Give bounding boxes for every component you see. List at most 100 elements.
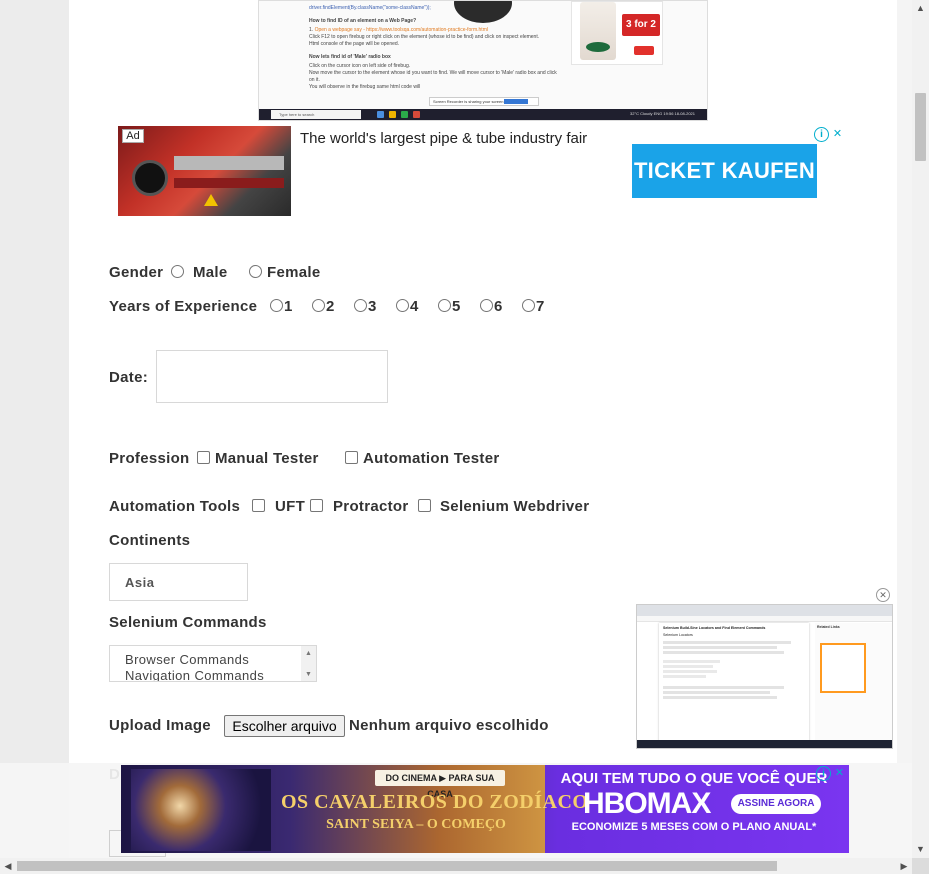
doc-line: Click F12 to open firebug or right click… — [309, 34, 540, 40]
close-icon[interactable]: ✕ — [830, 127, 845, 142]
experience-radio-3[interactable] — [354, 299, 367, 312]
doc-line: Now move the cursor to the element whose… — [309, 70, 557, 83]
adchoices[interactable]: i ✕ — [814, 127, 846, 142]
horizontal-scroll-thumb[interactable] — [17, 861, 777, 871]
doc-title: Selenium Build-Sine Locators and Find El… — [663, 626, 766, 630]
brand-logo — [634, 46, 654, 55]
ad-badge: Ad — [122, 129, 144, 143]
taskbar-app-icon — [413, 111, 420, 118]
doc-line: driver.findElement(By.className("some-cl… — [309, 5, 431, 11]
windows-taskbar: Type here to search 32°C Cloudy ENG 19:5… — [259, 109, 707, 120]
vertical-scrollbar[interactable]: ▲ ▼ — [912, 0, 929, 858]
date-input[interactable] — [156, 350, 388, 403]
experience-radio-6[interactable] — [480, 299, 493, 312]
page-gutter — [897, 0, 912, 874]
arrow-left-icon[interactable]: ◀ — [0, 858, 16, 874]
continents-label: Continents — [109, 532, 191, 549]
gender-female-radio[interactable] — [249, 265, 262, 278]
vertical-scroll-thumb[interactable] — [915, 93, 926, 161]
ad-headline[interactable]: The world's largest pipe & tube industry… — [300, 129, 600, 148]
browser-toolbar — [637, 605, 892, 616]
protractor-label: Protractor — [333, 498, 409, 515]
hbo-offer: ECONOMIZE 5 MESES COM O PLANO ANUAL* — [571, 821, 817, 833]
doc-line: Html console of the page will be opened. — [309, 41, 400, 47]
selenium-commands-label: Selenium Commands — [109, 614, 267, 631]
doc-line: 1. Open a webpage say - https://www.tool… — [309, 27, 488, 33]
choose-file-button[interactable]: Escolher arquivo — [224, 715, 345, 737]
doc-section: Selenium Locators — [663, 633, 693, 637]
listbox-option[interactable]: Browser Commands — [110, 652, 316, 668]
experience-option-label: 3 — [368, 298, 377, 315]
selenium-commands-listbox[interactable]: Browser Commands Navigation Commands ▲ ▼ — [109, 645, 317, 682]
movie-title: OS CAVALEIROS DO ZODÍACO — [281, 791, 589, 813]
promo-deal: 3 for 2 — [622, 14, 660, 36]
arrow-up-icon[interactable]: ▲ — [301, 648, 316, 660]
tutorial-screenshot-image: driver.findElement(By.className("some-cl… — [258, 0, 708, 121]
arrow-down-icon[interactable]: ▼ — [912, 841, 929, 858]
movie-subtitle: SAINT SEIYA – O COMEÇO — [326, 817, 506, 832]
experience-option-label: 4 — [410, 298, 419, 315]
info-icon[interactable]: i — [814, 127, 829, 142]
screenshot-doc-text: driver.findElement(By.className("some-cl… — [309, 1, 559, 109]
video-ad[interactable]: Selenium Build-Sine Locators and Find El… — [636, 604, 893, 749]
date-label: Date: — [109, 369, 149, 386]
close-icon[interactable]: ✕ — [832, 766, 847, 781]
experience-option-label: 2 — [326, 298, 335, 315]
screen-share-bar: Screen Recorder is sharing your screen — [429, 97, 539, 106]
arrow-down-icon[interactable]: ▼ — [301, 669, 316, 681]
manual-tester-checkbox[interactable] — [197, 451, 210, 464]
gender-label: Gender — [109, 264, 164, 281]
uft-checkbox[interactable] — [252, 499, 265, 512]
video-ad-document: Selenium Build-Sine Locators and Find El… — [659, 623, 809, 743]
browser-urlbar — [637, 616, 892, 622]
subscribe-button[interactable]: ASSINE AGORA — [731, 794, 821, 814]
pipe-fair-ad[interactable]: Ad The world's largest pipe & tube indus… — [118, 126, 848, 216]
hbo-tagline: AQUI TEM TUDO O QUE VOCÊ QUER — [560, 770, 828, 787]
experience-option-label: 7 — [536, 298, 545, 315]
stop-sharing-button — [504, 99, 528, 104]
doc-line: Click on the cursor icon on left side of… — [309, 63, 411, 69]
automation-tester-checkbox[interactable] — [345, 451, 358, 464]
share-text: Screen Recorder is sharing your screen — [433, 99, 504, 104]
adchoices[interactable]: i ✕ — [816, 766, 848, 781]
taskbar-app-icon — [389, 111, 396, 118]
cinema-tag: DO CINEMA ▶ PARA SUA CASA — [375, 770, 505, 799]
close-icon[interactable]: ✕ — [876, 588, 890, 602]
doc-line: Now lets find id of 'Male' radio box — [309, 54, 391, 60]
gender-male-radio[interactable] — [171, 265, 184, 278]
coffee-cup-image — [580, 2, 616, 60]
info-icon[interactable]: i — [816, 766, 831, 781]
hbomax-ad[interactable]: DO CINEMA ▶ PARA SUA CASA OS CAVALEIROS … — [121, 765, 849, 853]
taskbar-app-icon — [377, 111, 384, 118]
selenium-webdriver-checkbox[interactable] — [418, 499, 431, 512]
experience-option-label: 6 — [494, 298, 503, 315]
video-ad-popup — [820, 643, 866, 693]
horizontal-scrollbar[interactable]: ◀ ▶ — [0, 858, 929, 874]
experience-label: Years of Experience — [109, 298, 258, 315]
listbox-option[interactable]: Navigation Commands — [110, 668, 316, 681]
automation-tools-label: Automation Tools — [109, 498, 241, 515]
doc-line: How to find ID of an element on a Web Pa… — [309, 18, 417, 24]
experience-radio-7[interactable] — [522, 299, 535, 312]
experience-radio-1[interactable] — [270, 299, 283, 312]
experience-radio-5[interactable] — [438, 299, 451, 312]
file-status-text: Nenhum arquivo escolhido — [349, 717, 549, 734]
taskbar-app-icon — [401, 111, 408, 118]
taskbar-tray: 32°C Cloudy ENG 19:56 18-08-2021 — [630, 111, 695, 116]
automation-tester-label: Automation Tester — [363, 450, 500, 467]
experience-option-label: 1 — [284, 298, 293, 315]
arrow-right-icon[interactable]: ▶ — [896, 858, 912, 874]
experience-radio-2[interactable] — [312, 299, 325, 312]
experience-radio-4[interactable] — [396, 299, 409, 312]
hbomax-logo: HBOMAX — [583, 787, 711, 820]
fine-print — [551, 841, 841, 849]
uft-label: UFT — [275, 498, 306, 515]
sidebar-title: Related Links — [817, 625, 840, 629]
ticket-button[interactable]: TICKET KAUFEN — [632, 144, 817, 198]
protractor-checkbox[interactable] — [310, 499, 323, 512]
listbox-scrollbar[interactable]: ▲ ▼ — [301, 646, 316, 681]
gender-male-label: Male — [193, 264, 228, 281]
continents-select[interactable]: Asia — [109, 563, 248, 601]
arrow-up-icon[interactable]: ▲ — [912, 0, 929, 17]
video-ad-taskbar — [637, 740, 892, 748]
